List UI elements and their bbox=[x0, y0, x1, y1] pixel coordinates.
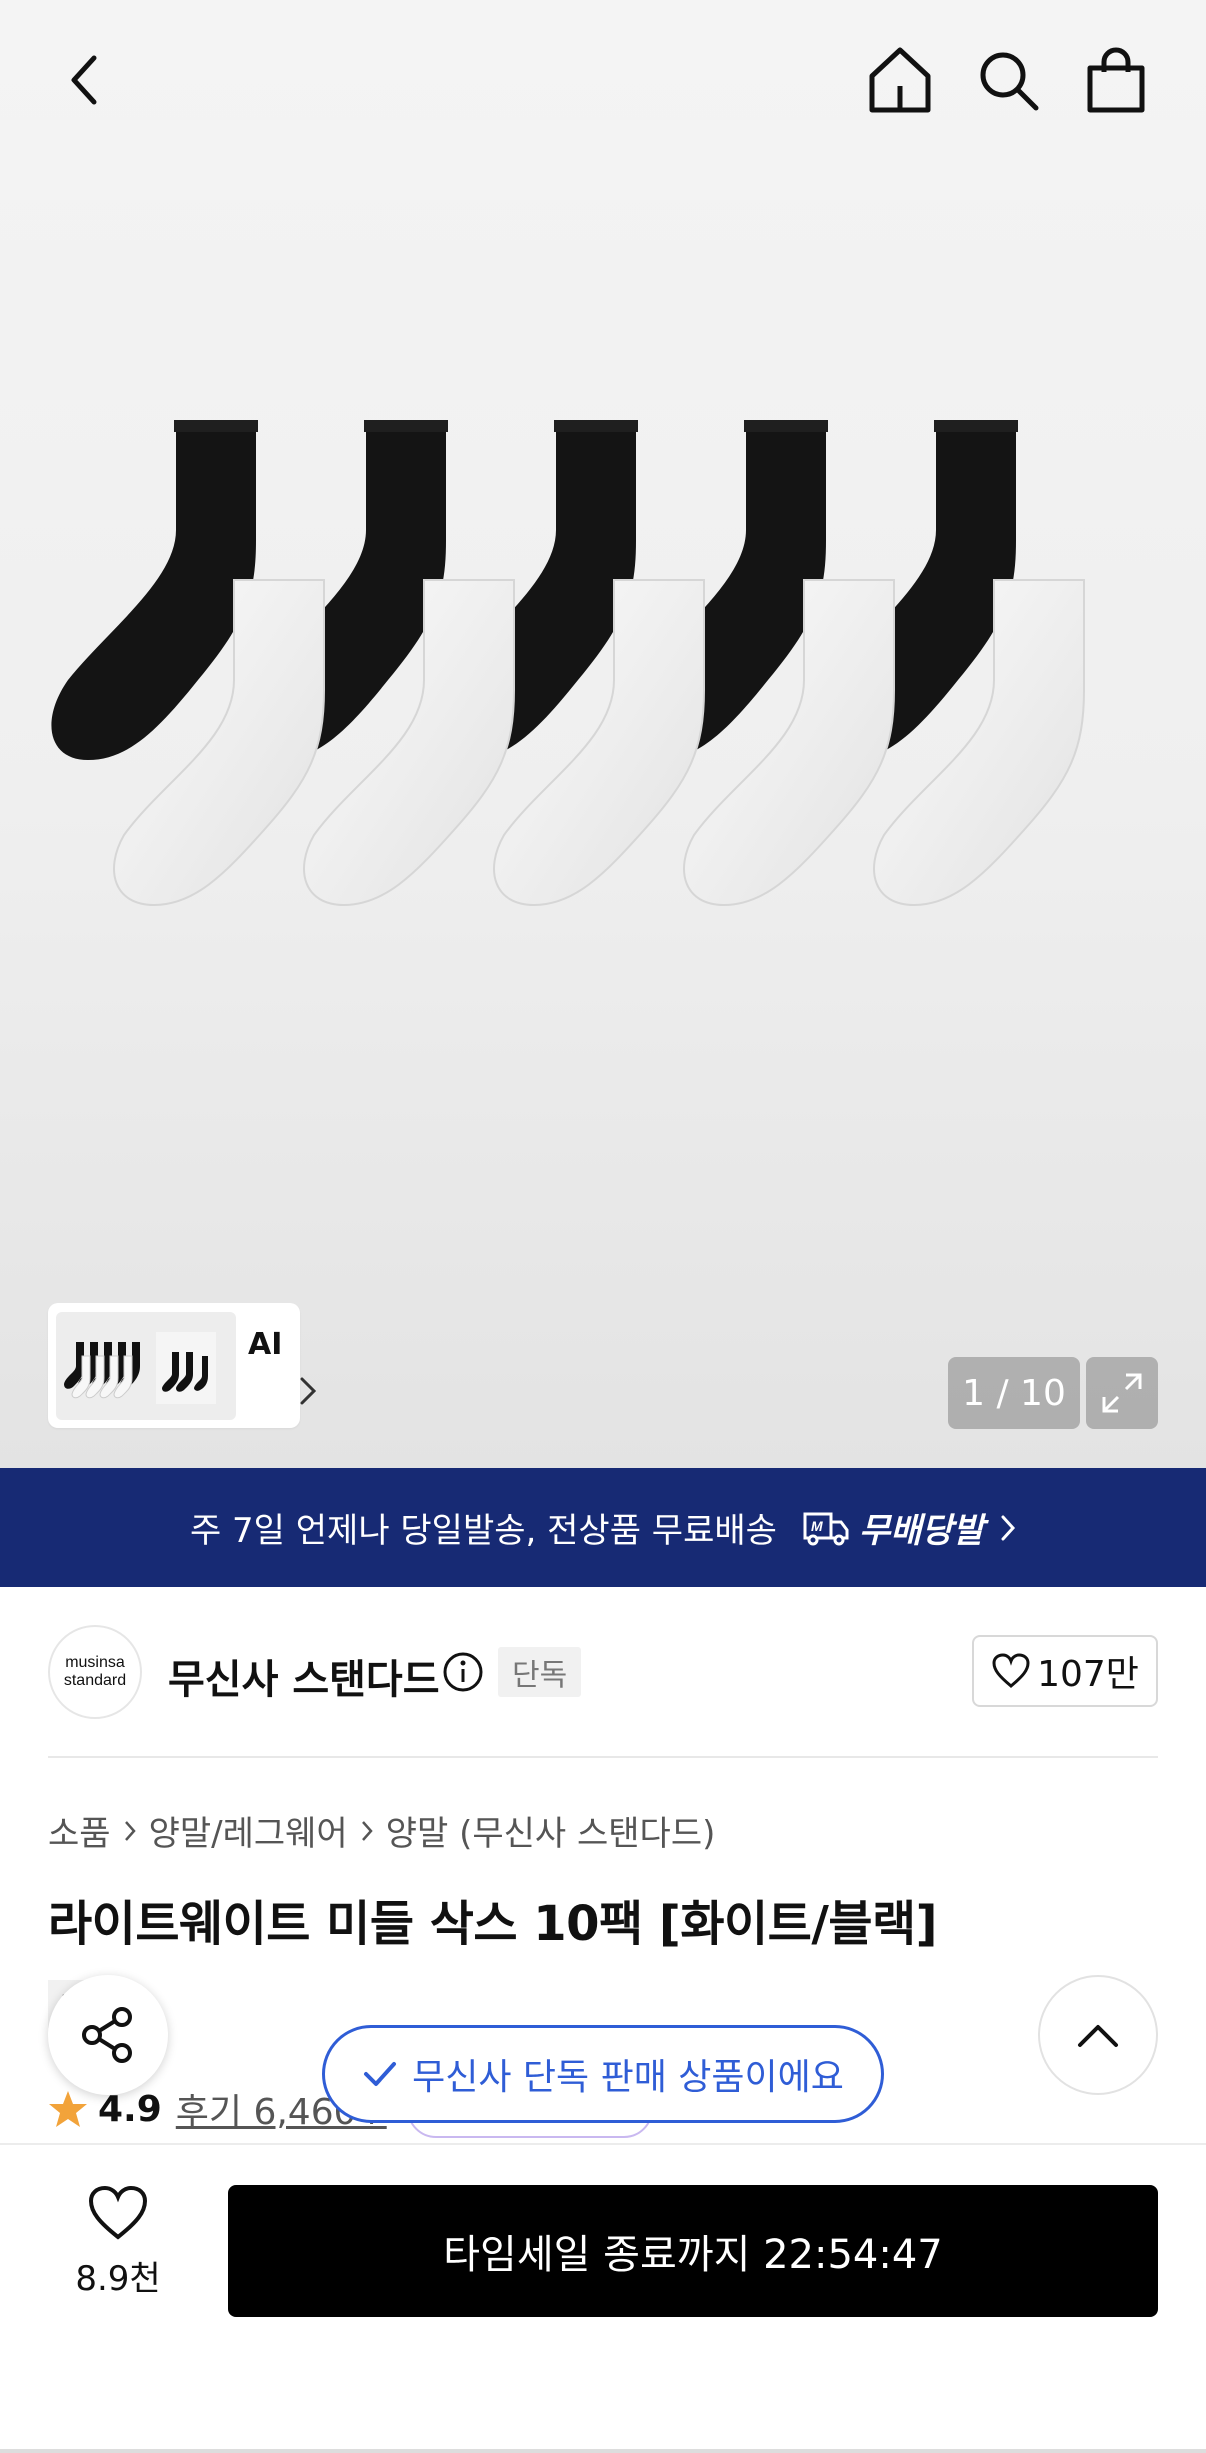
product-detail-screen: AI 1 / 10 주 7일 언제나 당일발송, 전상품 무료배송 M 무배당발… bbox=[0, 0, 1206, 2453]
delivery-banner[interactable]: 주 7일 언제나 당일발송, 전상품 무료배송 M 무배당발 bbox=[0, 1468, 1206, 1587]
home-icon bbox=[869, 47, 931, 113]
banner-brand-label: 무배당발 bbox=[858, 1511, 985, 1551]
search-button[interactable] bbox=[968, 40, 1048, 120]
product-image bbox=[51, 420, 1085, 906]
breadcrumb-item[interactable]: 양말 (무신사 스탠다드) bbox=[386, 1806, 716, 1855]
wishlist-button[interactable]: 8.9천 bbox=[48, 2185, 188, 2300]
product-title: 라이트웨이트 미들 삭스 10팩 [화이트/블랙] bbox=[48, 1896, 938, 1952]
home-indicator bbox=[0, 2449, 1206, 2453]
breadcrumb: 소품 양말/레그웨어 양말 (무신사 스탠다드) bbox=[48, 1806, 715, 1855]
brand-logo[interactable]: musinsa standard bbox=[48, 1625, 142, 1719]
toast-text: 무신사 단독 판매 상품이에요 bbox=[412, 2057, 844, 2098]
exclusive-toast: 무신사 단독 판매 상품이에요 bbox=[322, 2025, 884, 2123]
back-icon bbox=[71, 55, 97, 105]
brand-logo-line1: musinsa bbox=[65, 1654, 125, 1671]
scroll-top-button[interactable] bbox=[1038, 1975, 1158, 2095]
breadcrumb-item[interactable]: 양말/레그웨어 bbox=[149, 1806, 348, 1855]
chevron-right-icon bbox=[123, 1819, 137, 1843]
share-icon bbox=[82, 2007, 132, 2063]
image-pager: 1 / 10 bbox=[948, 1357, 1080, 1429]
heart-icon bbox=[88, 2185, 148, 2240]
back-button[interactable] bbox=[45, 40, 125, 120]
ai-label: AI bbox=[248, 1327, 283, 1362]
share-button[interactable] bbox=[48, 1975, 168, 2095]
ai-recommend-card[interactable]: AI bbox=[48, 1303, 317, 1428]
chevron-right-icon bbox=[360, 1819, 374, 1843]
exclusive-badge: 단독 bbox=[498, 1647, 582, 1697]
chevron-right-icon bbox=[300, 1377, 317, 1405]
expand-icon bbox=[1102, 1373, 1142, 1413]
brand-like-button[interactable]: 107만 bbox=[972, 1635, 1158, 1707]
brand-like-count: 107만 bbox=[1037, 1654, 1139, 1695]
expand-button[interactable] bbox=[1086, 1357, 1158, 1429]
shopping-bag-icon bbox=[1087, 47, 1145, 113]
brand-logo-line2: standard bbox=[63, 1672, 127, 1689]
delivery-truck-icon: M bbox=[803, 1512, 849, 1545]
star-icon bbox=[49, 2091, 87, 2127]
check-icon bbox=[364, 2062, 397, 2086]
search-icon bbox=[980, 52, 1039, 111]
chevron-right-icon bbox=[1001, 1515, 1016, 1540]
divider bbox=[48, 1756, 1158, 1758]
brand-row: musinsa standard 무신사 스탠다드 단독 107만 bbox=[48, 1625, 1158, 1719]
chevron-up-icon bbox=[1078, 2025, 1118, 2047]
heart-icon bbox=[992, 1653, 1030, 1688]
top-bar bbox=[0, 0, 1206, 160]
cart-button[interactable] bbox=[1076, 40, 1156, 120]
banner-text: 주 7일 언제나 당일발송, 전상품 무료배송 bbox=[189, 1511, 777, 1551]
buy-button[interactable]: 타임세일 종료까지 22:54:47 bbox=[228, 2185, 1158, 2317]
bottom-action-bar: 8.9천 타임세일 종료까지 22:54:47 bbox=[0, 2143, 1206, 2453]
banner-brand: M 무배당발 bbox=[801, 1503, 984, 1552]
ai-thumbnail bbox=[56, 1311, 236, 1420]
info-icon[interactable] bbox=[442, 1651, 484, 1693]
product-image-gallery[interactable]: AI 1 / 10 bbox=[0, 0, 1206, 1468]
breadcrumb-item[interactable]: 소품 bbox=[48, 1806, 111, 1855]
home-button[interactable] bbox=[860, 40, 940, 120]
svg-text:M: M bbox=[811, 1518, 823, 1534]
brand-name[interactable]: 무신사 스탠다드 bbox=[168, 1647, 440, 1705]
wishlist-count: 8.9천 bbox=[75, 2259, 161, 2299]
